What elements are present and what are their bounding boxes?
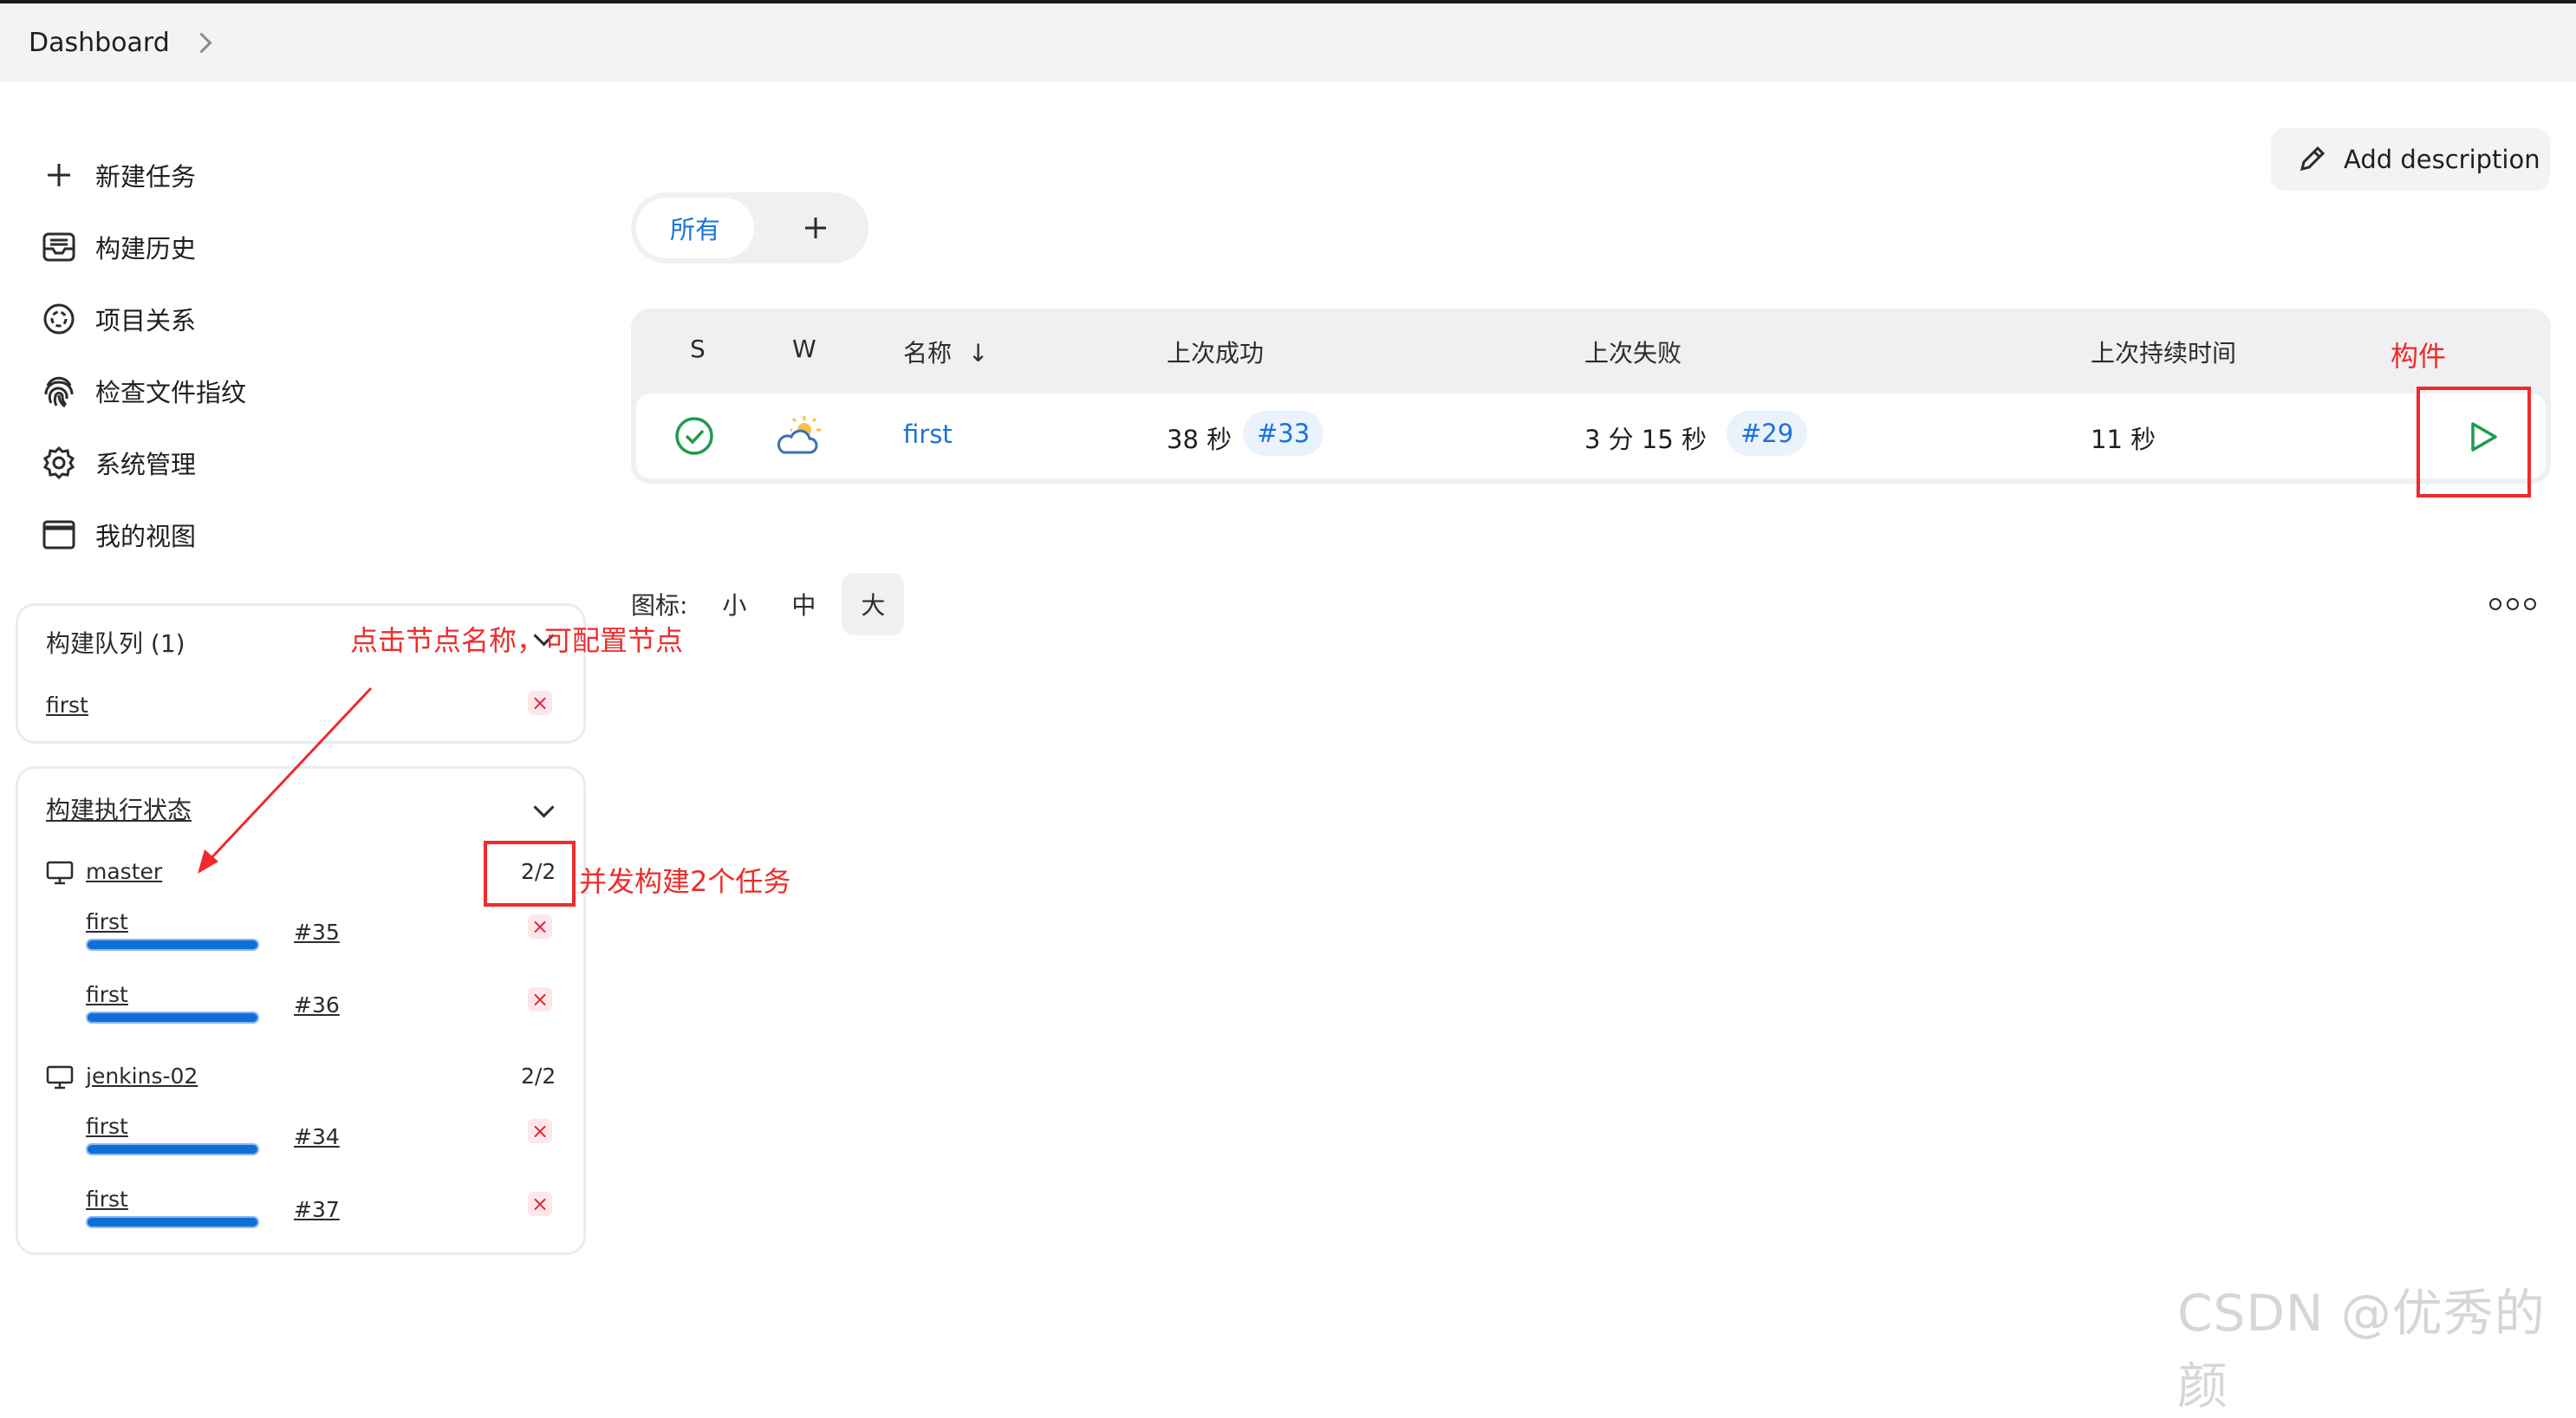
breadcrumb-dashboard[interactable]: Dashboard	[29, 28, 170, 58]
jobs-table: S W 名称 ↓ 上次成功 上次失败 上次持续时间 first 38 秒 #33…	[631, 309, 2551, 484]
computer-icon	[46, 1065, 74, 1090]
task-build-history[interactable]: 构建历史	[40, 211, 246, 283]
computer-icon	[46, 861, 74, 885]
chevron-right-icon[interactable]	[191, 31, 212, 54]
executor-job-link[interactable]: first	[86, 1114, 128, 1139]
success-status-icon	[674, 416, 714, 459]
task-fingerprint[interactable]: 检查文件指纹	[40, 354, 246, 426]
task-label: 项目关系	[95, 305, 197, 335]
executors-title[interactable]: 构建执行状态	[46, 791, 192, 826]
table-row: first 38 秒 #33 3 分 15 秒 #29 11 秒	[636, 394, 2546, 478]
task-manage-jenkins[interactable]: 系统管理	[40, 426, 246, 498]
abort-build-button[interactable]: ×	[528, 914, 552, 939]
last-success-time: 38 秒	[1167, 425, 1233, 454]
icon-size-large[interactable]: 大	[842, 573, 905, 635]
executors-pane: 构建执行状态 master 2/2 first #35 × first #36 …	[16, 766, 586, 1255]
icon-size-small[interactable]: 小	[703, 573, 765, 635]
window-icon	[40, 516, 78, 554]
col-header-name[interactable]: 名称 ↓	[903, 335, 988, 369]
build-progress-bar	[86, 1143, 259, 1155]
gear-icon	[40, 444, 78, 482]
cancel-queue-item-button[interactable]: ×	[528, 691, 552, 715]
annotation-box-executor-count	[484, 841, 576, 907]
add-description-label: Add description	[2344, 145, 2540, 174]
fingerprint-icon	[40, 372, 78, 410]
plus-icon	[40, 156, 78, 194]
abort-build-button[interactable]: ×	[528, 1192, 552, 1216]
side-tasks: 新建任务 构建历史 项目关系 检查文件指纹 系统管理 我的视图	[40, 139, 246, 570]
build-queue-title: 构建队列 (1)	[46, 629, 185, 658]
last-failure-build-badge[interactable]: #29	[1727, 411, 1808, 456]
view-tabs: 所有	[631, 192, 868, 263]
queue-item-link[interactable]: first	[46, 693, 88, 718]
pencil-icon	[2297, 145, 2326, 174]
tab-all[interactable]: 所有	[636, 198, 754, 258]
annotation-node-hint: 点击节点名称，可配置节点	[350, 624, 684, 657]
task-my-views[interactable]: 我的视图	[40, 498, 246, 570]
build-progress-bar	[86, 1216, 259, 1228]
executor-job-link[interactable]: first	[86, 909, 128, 934]
annotation-box-build	[2417, 387, 2531, 498]
task-label: 我的视图	[95, 521, 197, 551]
col-header-last-failure[interactable]: 上次失败	[1584, 335, 1682, 369]
node-link-jenkins-02[interactable]: jenkins-02	[86, 1064, 198, 1089]
task-label: 系统管理	[95, 449, 197, 479]
col-header-weather[interactable]: W	[792, 335, 816, 363]
add-description-button[interactable]: Add description	[2271, 128, 2550, 191]
relationship-icon	[40, 300, 78, 338]
abort-build-button[interactable]: ×	[528, 987, 552, 1011]
icon-size-medium[interactable]: 中	[772, 573, 835, 635]
abort-build-button[interactable]: ×	[528, 1119, 552, 1143]
col-header-last-success[interactable]: 上次成功	[1167, 335, 1264, 369]
breadcrumb: Dashboard	[0, 3, 2576, 81]
task-label: 构建历史	[95, 233, 197, 263]
col-header-name-label: 名称	[903, 339, 953, 368]
executor-job-link[interactable]: first	[86, 1187, 128, 1212]
last-success-build-badge[interactable]: #33	[1243, 411, 1324, 456]
sort-arrow-icon: ↓	[967, 339, 989, 368]
col-header-last-duration[interactable]: 上次持续时间	[2091, 335, 2236, 369]
annotation-concurrent-hint: 并发构建2个任务	[579, 865, 791, 898]
executor-build-link[interactable]: #34	[294, 1124, 340, 1149]
executor-build-link[interactable]: #37	[294, 1197, 340, 1222]
executor-job-link[interactable]: first	[86, 982, 128, 1007]
executor-count: 2/2	[521, 1064, 556, 1089]
new-view-button[interactable]	[790, 203, 841, 253]
task-project-relationship[interactable]: 项目关系	[40, 283, 246, 354]
executor-build-link[interactable]: #35	[294, 920, 340, 945]
watermark: CSDN @优秀的颜	[2177, 1284, 2546, 1415]
task-label: 检查文件指纹	[95, 377, 247, 407]
build-progress-bar	[86, 939, 259, 951]
weather-partly-cloudy-icon	[777, 414, 823, 461]
executor-build-link[interactable]: #36	[294, 992, 340, 1018]
icon-size-label: 图标:	[631, 591, 688, 620]
col-header-status[interactable]: S	[690, 335, 706, 363]
last-duration: 11 秒	[2091, 425, 2156, 454]
more-options-icon[interactable]	[2489, 598, 2536, 610]
inbox-icon	[40, 228, 78, 266]
last-failure-time: 3 分 15 秒	[1584, 425, 1708, 454]
job-name-link[interactable]: first	[903, 420, 953, 449]
plus-icon	[805, 218, 826, 238]
build-progress-bar	[86, 1011, 259, 1024]
node-link-master[interactable]: master	[86, 859, 162, 884]
chevron-down-icon[interactable]	[533, 797, 555, 818]
task-label: 新建任务	[95, 161, 197, 192]
annotation-build-label: 构件	[2391, 340, 2447, 373]
task-new-item[interactable]: 新建任务	[40, 139, 246, 211]
